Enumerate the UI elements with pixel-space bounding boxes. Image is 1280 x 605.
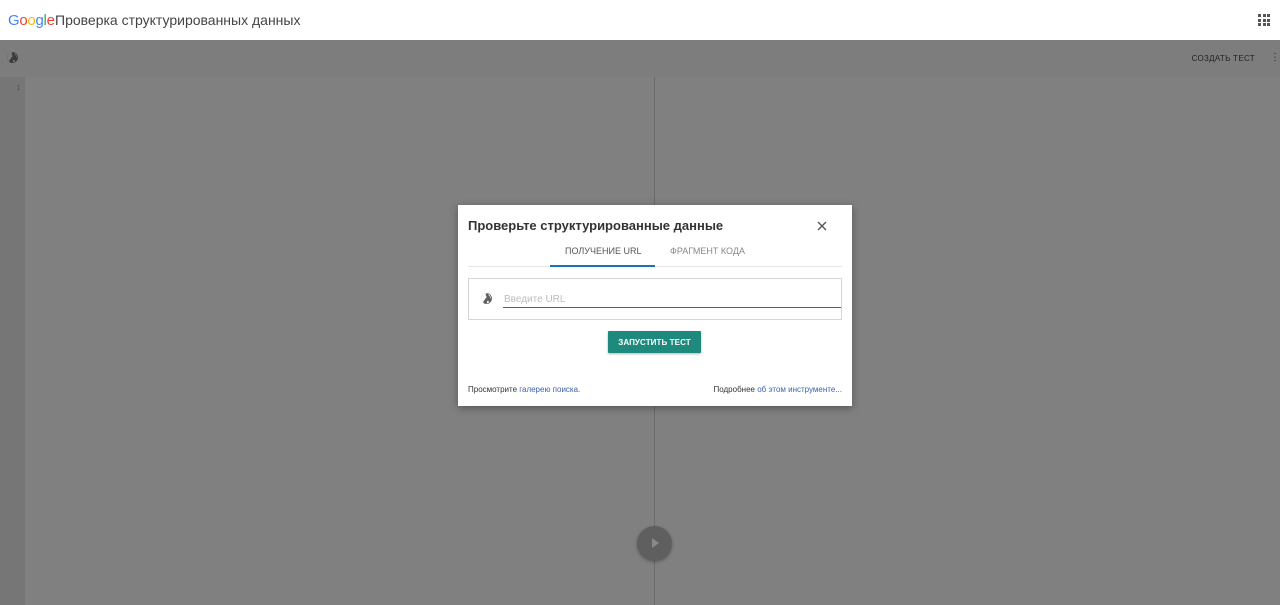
logo-letter: e xyxy=(46,12,55,29)
footer-about-text: Подробнее xyxy=(713,385,758,394)
check-data-dialog: Проверьте структурированные данные ПОЛУЧ… xyxy=(458,205,852,406)
app-header: Google Проверка структурированных данных xyxy=(0,0,1280,40)
more-icon[interactable]: ⋮ xyxy=(1270,52,1280,63)
footer-gallery-text: Просмотрите xyxy=(468,385,520,394)
run-test-button[interactable]: ЗАПУСТИТЬ ТЕСТ xyxy=(608,331,701,353)
close-icon[interactable] xyxy=(815,219,829,233)
globe-icon[interactable] xyxy=(6,51,19,69)
play-icon[interactable] xyxy=(637,526,672,561)
url-input[interactable] xyxy=(503,292,841,308)
apps-grid-icon[interactable] xyxy=(1258,14,1270,26)
google-logo[interactable]: Google xyxy=(8,12,55,29)
logo-letter: o xyxy=(19,12,28,29)
logo-letter: g xyxy=(35,12,44,29)
create-test-button[interactable]: СОЗДАТЬ ТЕСТ xyxy=(1192,54,1255,63)
logo-letter: o xyxy=(27,12,36,29)
line-gutter: 1 xyxy=(0,77,25,605)
dialog-tabs: ПОЛУЧЕНИЕ URL ФРАГМЕНТ КОДА xyxy=(468,242,842,267)
tab-code-snippet[interactable]: ФРАГМЕНТ КОДА xyxy=(670,246,745,256)
logo-letter: G xyxy=(8,12,20,29)
globe-icon xyxy=(480,292,493,310)
active-tab-indicator xyxy=(550,265,655,267)
footer-gallery: Просмотрите галерею поиска. xyxy=(468,385,580,394)
line-number: 1 xyxy=(16,84,21,92)
dialog-title: Проверьте структурированные данные xyxy=(468,218,724,233)
footer-about: Подробнее об этом инструменте... xyxy=(713,385,842,394)
toolbar: СОЗДАТЬ ТЕСТ ⋮ xyxy=(0,40,1280,77)
about-tool-link[interactable]: об этом инструменте... xyxy=(757,385,842,394)
app-title: Проверка структурированных данных xyxy=(55,12,301,28)
search-gallery-link[interactable]: галерею поиска. xyxy=(519,385,580,394)
url-input-box xyxy=(468,278,842,320)
tab-fetch-url[interactable]: ПОЛУЧЕНИЕ URL xyxy=(565,246,641,256)
